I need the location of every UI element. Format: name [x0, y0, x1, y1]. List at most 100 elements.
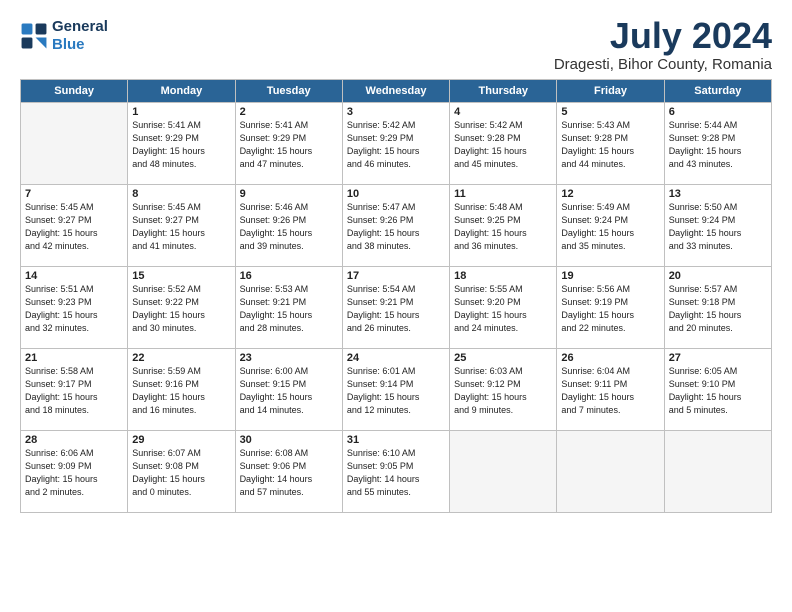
day-number: 20 — [669, 270, 767, 282]
calendar-cell: 17Sunrise: 5:54 AMSunset: 9:21 PMDayligh… — [342, 267, 449, 349]
calendar-table: Sunday Monday Tuesday Wednesday Thursday… — [20, 79, 772, 513]
calendar-cell: 20Sunrise: 5:57 AMSunset: 9:18 PMDayligh… — [664, 267, 771, 349]
calendar-cell: 28Sunrise: 6:06 AMSunset: 9:09 PMDayligh… — [21, 431, 128, 513]
day-detail: Sunrise: 5:46 AMSunset: 9:26 PMDaylight:… — [240, 201, 338, 253]
day-number: 11 — [454, 188, 552, 200]
calendar-subtitle: Dragesti, Bihor County, Romania — [554, 56, 772, 73]
day-number: 14 — [25, 270, 123, 282]
calendar-cell: 1Sunrise: 5:41 AMSunset: 9:29 PMDaylight… — [128, 103, 235, 185]
calendar-cell: 21Sunrise: 5:58 AMSunset: 9:17 PMDayligh… — [21, 349, 128, 431]
day-number: 27 — [669, 352, 767, 364]
page: General Blue July 2024 Dragesti, Bihor C… — [0, 0, 792, 523]
day-number: 3 — [347, 106, 445, 118]
day-number: 9 — [240, 188, 338, 200]
logo-icon — [20, 22, 48, 50]
calendar-cell: 15Sunrise: 5:52 AMSunset: 9:22 PMDayligh… — [128, 267, 235, 349]
day-number: 22 — [132, 352, 230, 364]
col-wednesday: Wednesday — [342, 80, 449, 103]
day-number: 15 — [132, 270, 230, 282]
day-detail: Sunrise: 6:08 AMSunset: 9:06 PMDaylight:… — [240, 447, 338, 499]
day-detail: Sunrise: 5:45 AMSunset: 9:27 PMDaylight:… — [25, 201, 123, 253]
day-detail: Sunrise: 5:52 AMSunset: 9:22 PMDaylight:… — [132, 283, 230, 335]
day-detail: Sunrise: 6:07 AMSunset: 9:08 PMDaylight:… — [132, 447, 230, 499]
calendar-cell: 9Sunrise: 5:46 AMSunset: 9:26 PMDaylight… — [235, 185, 342, 267]
calendar-title: July 2024 — [554, 18, 772, 54]
calendar-body: 1Sunrise: 5:41 AMSunset: 9:29 PMDaylight… — [21, 103, 772, 513]
day-detail: Sunrise: 5:58 AMSunset: 9:17 PMDaylight:… — [25, 365, 123, 417]
calendar-cell: 23Sunrise: 6:00 AMSunset: 9:15 PMDayligh… — [235, 349, 342, 431]
day-detail: Sunrise: 6:04 AMSunset: 9:11 PMDaylight:… — [561, 365, 659, 417]
day-detail: Sunrise: 5:42 AMSunset: 9:29 PMDaylight:… — [347, 119, 445, 171]
calendar-cell: 16Sunrise: 5:53 AMSunset: 9:21 PMDayligh… — [235, 267, 342, 349]
calendar-cell: 4Sunrise: 5:42 AMSunset: 9:28 PMDaylight… — [450, 103, 557, 185]
day-number: 26 — [561, 352, 659, 364]
logo: General Blue — [20, 18, 108, 54]
calendar-cell: 7Sunrise: 5:45 AMSunset: 9:27 PMDaylight… — [21, 185, 128, 267]
calendar-cell: 25Sunrise: 6:03 AMSunset: 9:12 PMDayligh… — [450, 349, 557, 431]
day-detail: Sunrise: 5:54 AMSunset: 9:21 PMDaylight:… — [347, 283, 445, 335]
day-detail: Sunrise: 5:50 AMSunset: 9:24 PMDaylight:… — [669, 201, 767, 253]
calendar-cell: 30Sunrise: 6:08 AMSunset: 9:06 PMDayligh… — [235, 431, 342, 513]
day-detail: Sunrise: 5:43 AMSunset: 9:28 PMDaylight:… — [561, 119, 659, 171]
col-friday: Friday — [557, 80, 664, 103]
calendar-week-4: 21Sunrise: 5:58 AMSunset: 9:17 PMDayligh… — [21, 349, 772, 431]
day-detail: Sunrise: 5:44 AMSunset: 9:28 PMDaylight:… — [669, 119, 767, 171]
calendar-week-3: 14Sunrise: 5:51 AMSunset: 9:23 PMDayligh… — [21, 267, 772, 349]
calendar-cell: 6Sunrise: 5:44 AMSunset: 9:28 PMDaylight… — [664, 103, 771, 185]
day-number: 5 — [561, 106, 659, 118]
calendar-cell: 11Sunrise: 5:48 AMSunset: 9:25 PMDayligh… — [450, 185, 557, 267]
calendar-cell: 24Sunrise: 6:01 AMSunset: 9:14 PMDayligh… — [342, 349, 449, 431]
calendar-cell: 13Sunrise: 5:50 AMSunset: 9:24 PMDayligh… — [664, 185, 771, 267]
day-number: 12 — [561, 188, 659, 200]
day-number: 10 — [347, 188, 445, 200]
col-monday: Monday — [128, 80, 235, 103]
day-number: 23 — [240, 352, 338, 364]
logo-line1: General — [52, 18, 108, 36]
calendar-header: Sunday Monday Tuesday Wednesday Thursday… — [21, 80, 772, 103]
col-thursday: Thursday — [450, 80, 557, 103]
col-tuesday: Tuesday — [235, 80, 342, 103]
day-detail: Sunrise: 6:06 AMSunset: 9:09 PMDaylight:… — [25, 447, 123, 499]
logo-line2: Blue — [52, 36, 108, 54]
calendar-cell: 3Sunrise: 5:42 AMSunset: 9:29 PMDaylight… — [342, 103, 449, 185]
day-detail: Sunrise: 5:53 AMSunset: 9:21 PMDaylight:… — [240, 283, 338, 335]
day-number: 2 — [240, 106, 338, 118]
day-detail: Sunrise: 5:45 AMSunset: 9:27 PMDaylight:… — [132, 201, 230, 253]
calendar-cell: 29Sunrise: 6:07 AMSunset: 9:08 PMDayligh… — [128, 431, 235, 513]
day-number: 1 — [132, 106, 230, 118]
calendar-cell — [450, 431, 557, 513]
day-detail: Sunrise: 5:57 AMSunset: 9:18 PMDaylight:… — [669, 283, 767, 335]
day-number: 30 — [240, 434, 338, 446]
day-detail: Sunrise: 5:47 AMSunset: 9:26 PMDaylight:… — [347, 201, 445, 253]
day-detail: Sunrise: 6:01 AMSunset: 9:14 PMDaylight:… — [347, 365, 445, 417]
day-number: 17 — [347, 270, 445, 282]
day-detail: Sunrise: 5:49 AMSunset: 9:24 PMDaylight:… — [561, 201, 659, 253]
day-detail: Sunrise: 5:51 AMSunset: 9:23 PMDaylight:… — [25, 283, 123, 335]
calendar-cell: 12Sunrise: 5:49 AMSunset: 9:24 PMDayligh… — [557, 185, 664, 267]
day-number: 7 — [25, 188, 123, 200]
day-detail: Sunrise: 5:41 AMSunset: 9:29 PMDaylight:… — [132, 119, 230, 171]
day-number: 28 — [25, 434, 123, 446]
calendar-week-1: 1Sunrise: 5:41 AMSunset: 9:29 PMDaylight… — [21, 103, 772, 185]
calendar-cell: 31Sunrise: 6:10 AMSunset: 9:05 PMDayligh… — [342, 431, 449, 513]
calendar-cell — [664, 431, 771, 513]
day-detail: Sunrise: 6:00 AMSunset: 9:15 PMDaylight:… — [240, 365, 338, 417]
day-number: 4 — [454, 106, 552, 118]
day-detail: Sunrise: 5:48 AMSunset: 9:25 PMDaylight:… — [454, 201, 552, 253]
day-number: 24 — [347, 352, 445, 364]
day-number: 18 — [454, 270, 552, 282]
calendar-week-2: 7Sunrise: 5:45 AMSunset: 9:27 PMDaylight… — [21, 185, 772, 267]
day-detail: Sunrise: 6:10 AMSunset: 9:05 PMDaylight:… — [347, 447, 445, 499]
day-number: 8 — [132, 188, 230, 200]
day-number: 31 — [347, 434, 445, 446]
day-number: 6 — [669, 106, 767, 118]
calendar-cell: 8Sunrise: 5:45 AMSunset: 9:27 PMDaylight… — [128, 185, 235, 267]
calendar-cell: 27Sunrise: 6:05 AMSunset: 9:10 PMDayligh… — [664, 349, 771, 431]
calendar-cell: 2Sunrise: 5:41 AMSunset: 9:29 PMDaylight… — [235, 103, 342, 185]
day-detail: Sunrise: 5:55 AMSunset: 9:20 PMDaylight:… — [454, 283, 552, 335]
day-detail: Sunrise: 5:59 AMSunset: 9:16 PMDaylight:… — [132, 365, 230, 417]
title-area: July 2024 Dragesti, Bihor County, Romani… — [554, 18, 772, 73]
calendar-cell: 26Sunrise: 6:04 AMSunset: 9:11 PMDayligh… — [557, 349, 664, 431]
header-row: Sunday Monday Tuesday Wednesday Thursday… — [21, 80, 772, 103]
calendar-cell: 18Sunrise: 5:55 AMSunset: 9:20 PMDayligh… — [450, 267, 557, 349]
